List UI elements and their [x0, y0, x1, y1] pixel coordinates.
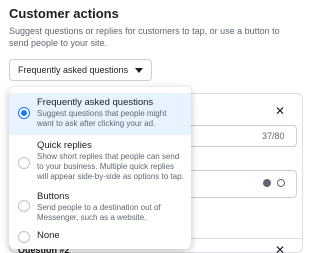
option-description: Show short replies that people can send …	[37, 152, 184, 181]
radio-icon[interactable]	[18, 157, 30, 169]
radio-icon[interactable]	[18, 200, 30, 212]
section-description: Suggest questions or replies for custome…	[9, 26, 280, 48]
option-label: None	[37, 230, 60, 241]
emoji-icon[interactable]	[263, 179, 271, 187]
dropdown-selected-label: Frequently asked questions	[18, 65, 129, 75]
section-title: Customer actions	[9, 6, 119, 21]
option-label: Frequently asked questions	[37, 97, 154, 108]
dropdown-menu: Frequently asked questions Suggest quest…	[9, 87, 191, 249]
char-counter: 37/80	[262, 131, 285, 141]
menu-option-buttons[interactable]: Buttons Send people to a destination out…	[9, 188, 191, 222]
option-description: Suggest questions that people might want…	[37, 109, 167, 128]
option-label: Buttons	[37, 191, 70, 202]
radio-icon[interactable]	[18, 231, 30, 243]
menu-option-none[interactable]: None	[9, 227, 191, 245]
option-label: Quick replies	[37, 140, 92, 151]
close-icon[interactable]: ✕	[275, 104, 285, 118]
menu-option-quick-replies[interactable]: Quick replies Show short replies that pe…	[9, 137, 191, 185]
radio-checked-icon[interactable]	[18, 107, 30, 119]
caret-down-icon	[135, 68, 143, 73]
option-description: Send people to a destination out of Mess…	[37, 203, 161, 222]
menu-option-faq[interactable]: Frequently asked questions Suggest quest…	[9, 93, 191, 135]
personalize-icon[interactable]	[277, 179, 285, 187]
close-icon[interactable]: ✕	[275, 243, 285, 253]
customer-actions-dropdown[interactable]: Frequently asked questions	[9, 59, 152, 81]
